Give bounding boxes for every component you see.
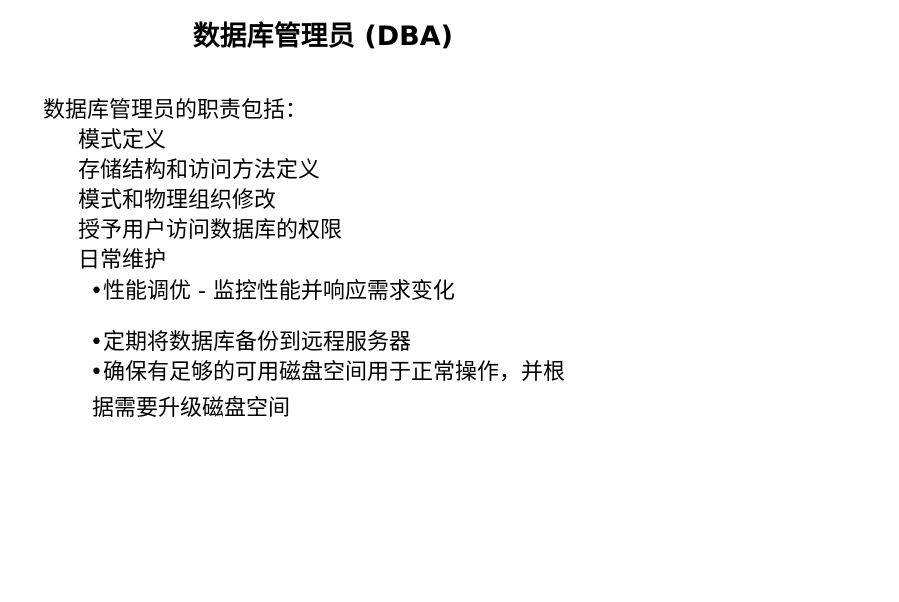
duty-item: 存储结构和访问方法定义 [78, 158, 321, 183]
maintenance-item: •确保有足够的可用磁盘空间用于正常操作，并根 [90, 360, 565, 385]
intro-text: 数据库管理员的职责包括： [43, 98, 308, 123]
duty-item: 模式和物理组织修改 [78, 188, 277, 213]
maintenance-item: •性能调优 - 监控性能并响应需求变化 [90, 279, 455, 304]
duty-item: 日常维护 [78, 248, 167, 273]
maintenance-item-continuation: 据需要升级磁盘空间 [92, 396, 291, 421]
slide-title: 数据库管理员 (DBA) [193, 21, 453, 52]
duty-item: 模式定义 [78, 128, 167, 153]
duty-item: 授予用户访问数据库的权限 [78, 218, 343, 243]
slide: 数据库管理员 (DBA) 数据库管理员的职责包括： 模式定义 存储结构和访问方法… [0, 0, 899, 602]
maintenance-item: •定期将数据库备份到远程服务器 [90, 330, 411, 355]
